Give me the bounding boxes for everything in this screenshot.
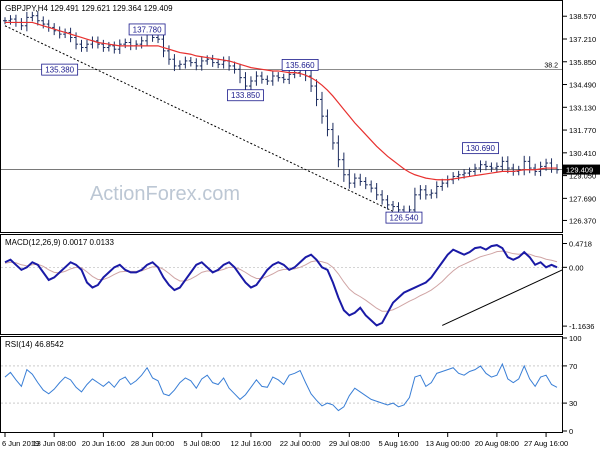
price-annotation-label: 137.780 (133, 25, 162, 34)
price-axis-tick-label: 138.570 (569, 12, 596, 21)
time-axis-tick-label: 5 Jul 08:00 (183, 439, 220, 448)
price-axis-tick-label: 137.210 (569, 35, 596, 44)
watermark: ActionForex.com (90, 183, 240, 205)
time-axis-tick-label: 28 Jun 00:00 (131, 439, 174, 448)
macd-axis-tick-label: 0.4718 (569, 239, 592, 248)
time-axis-tick-label: 27 Aug 16:00 (524, 439, 568, 448)
price-axis: 138.570 137.210 135.850 134.490 133.130 131.7… (563, 12, 596, 225)
rsi-pane-frame (0, 336, 563, 433)
time-axis-tick-label: 22 Jul 00:00 (280, 439, 321, 448)
price-axis-tick-label: 134.490 (569, 81, 596, 90)
price-axis-tick-label: 131.770 (569, 126, 596, 135)
price-annotation-label: 133.850 (231, 91, 260, 100)
rsi-axis-tick-label: 70 (569, 362, 577, 371)
time-axis-tick-label: 5 Aug 16:00 (378, 439, 418, 448)
macd-pane-header: MACD(12,26,9) 0.0017 0.0133 (5, 238, 115, 247)
price-pane-header: GBPJPY,H4 129.491 129.621 129.364 129.40… (5, 4, 173, 13)
macd-axis-tick-label: -1.1636 (569, 322, 594, 331)
rsi-pane-header: RSI(14) 46.8542 (5, 340, 64, 349)
price-axis-tick-label: 130.410 (569, 149, 596, 158)
time-axis-tick-label: 12 Jul 16:00 (231, 439, 272, 448)
rsi-axis-tick-label: 0 (569, 427, 573, 436)
price-annotation-label: 126.540 (390, 214, 419, 223)
rsi-axis-tick-label: 30 (569, 399, 577, 408)
rsi-axis-tick-label: 100 (569, 334, 582, 343)
price-annotation-label: 135.380 (45, 66, 74, 75)
price-axis-tick-label: 133.130 (569, 103, 596, 112)
price-level-label: 38.2 (544, 63, 558, 70)
price-pane-frame (0, 0, 563, 233)
macd-pane-frame (0, 234, 563, 335)
price-axis-tick-label: 135.850 (569, 58, 596, 67)
time-axis-tick-label: 13 Aug 00:00 (426, 439, 470, 448)
time-axis-tick-label: 13 Jun 08:00 (33, 439, 76, 448)
last-price-label: 129.409 (566, 166, 593, 175)
price-axis-tick-label: 127.690 (569, 194, 596, 203)
price-axis-tick-label: 126.370 (569, 216, 596, 225)
time-axis-tick-label: 29 Jul 08:00 (329, 439, 370, 448)
price-annotation-label: 130.690 (466, 144, 495, 153)
time-axis: 6 Jun 201913 Jun 08:00 20 Jun 16:00 28 Jun… (2, 433, 568, 448)
time-axis-tick-label: 20 Jun 16:00 (82, 439, 125, 448)
trading-chart: ActionForex.com 138.570 137.210 135.850 134… (0, 0, 600, 448)
time-axis-tick-label: 20 Aug 08:00 (475, 439, 519, 448)
price-annotation-label: 135.660 (286, 61, 315, 70)
macd-axis-tick-label: 0.00 (569, 263, 584, 272)
